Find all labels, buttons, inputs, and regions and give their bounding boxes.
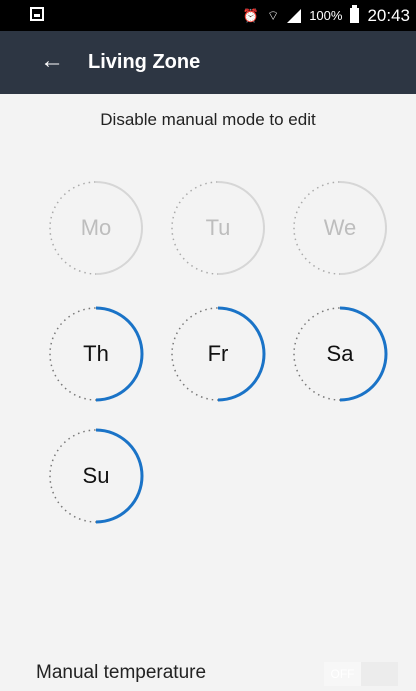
day-label: Fr — [207, 341, 229, 366]
app-bar: ← Living Zone — [0, 31, 416, 94]
day-label: We — [323, 215, 357, 240]
clock: 20:43 — [367, 5, 410, 25]
arrow-left-icon[interactable]: ← — [40, 49, 64, 73]
alarm-icon: ⏰ — [242, 7, 259, 23]
manual-temperature-row: Manual temperature OFF — [0, 650, 416, 691]
battery-percent: 100% — [309, 8, 343, 23]
status-icons: ⏰ ⌔ 100% 20:43 — [243, 0, 410, 31]
manual-temperature-toggle[interactable]: OFF — [324, 662, 398, 686]
status-bar: ⏰ ⌔ 100% 20:43 — [0, 0, 416, 31]
manual-mode-notice: Disable manual mode to edit — [100, 110, 316, 129]
day-su[interactable]: Su — [48, 428, 144, 524]
day-label: Mo — [80, 215, 112, 240]
wifi-icon: ⌔ — [266, 7, 280, 23]
page-title: Living Zone — [88, 51, 201, 73]
day-label: Su — [82, 463, 110, 488]
day-th[interactable]: Th — [48, 306, 144, 402]
day-label: Sa — [326, 341, 354, 366]
day-mo[interactable]: Mo — [48, 180, 144, 276]
toggle-state-text: OFF — [324, 662, 361, 686]
sim-icon — [30, 7, 44, 21]
signal-icon — [287, 8, 302, 23]
day-tu[interactable]: Tu — [170, 180, 266, 276]
day-we[interactable]: We — [292, 180, 388, 276]
day-label: Tu — [205, 215, 231, 240]
day-sa[interactable]: Sa — [292, 306, 388, 402]
day-fr[interactable]: Fr — [170, 306, 266, 402]
battery-icon — [350, 5, 360, 23]
day-label: Th — [83, 341, 109, 366]
manual-temperature-label: Manual temperature — [36, 662, 207, 683]
